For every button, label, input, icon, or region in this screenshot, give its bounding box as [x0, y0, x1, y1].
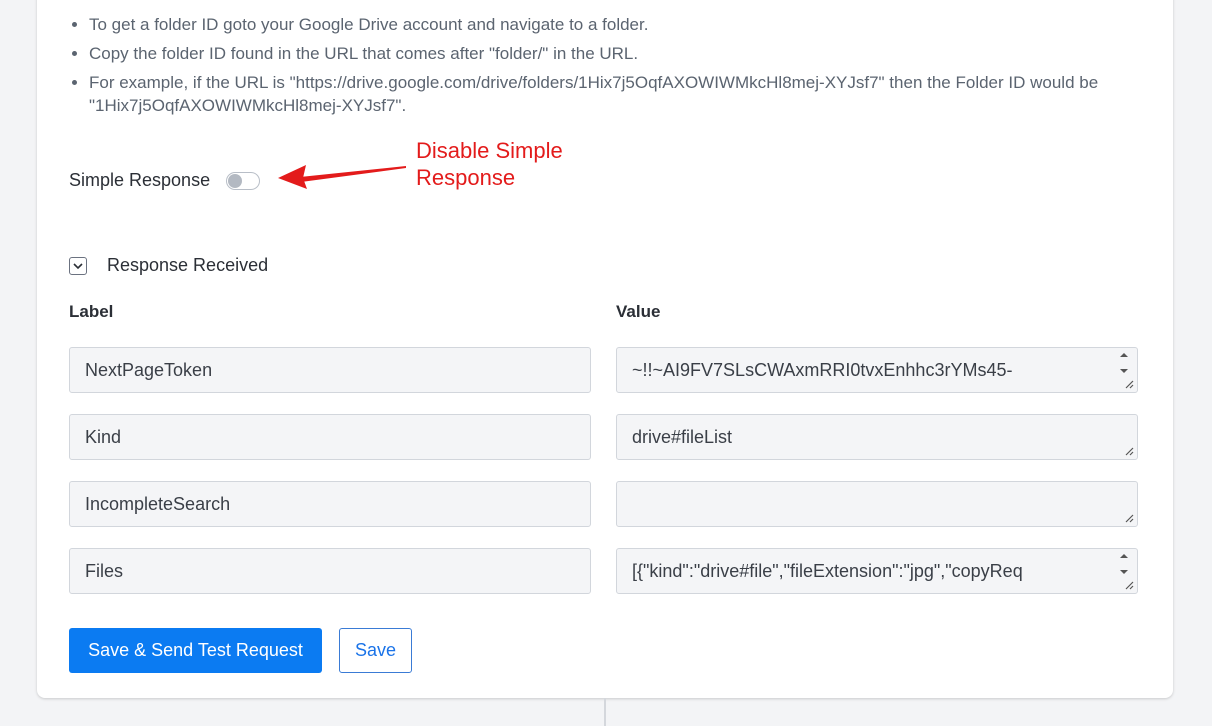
scroll-up-icon[interactable] [1119, 352, 1129, 358]
simple-response-label: Simple Response [69, 170, 211, 190]
response-value-field[interactable]: [{"kind":"drive#file","fileExtension":"j… [616, 548, 1138, 594]
field-text: IncompleteSearch [85, 493, 231, 514]
resize-grip-icon[interactable] [1124, 513, 1134, 523]
flow-connector-line [604, 698, 606, 726]
response-label-field[interactable]: IncompleteSearch [69, 481, 591, 527]
scroll-arrows[interactable] [1119, 352, 1129, 374]
response-label-field[interactable]: Files [69, 548, 591, 594]
simple-response-row: Simple Response [69, 170, 261, 191]
annotation-arrow-icon [278, 165, 406, 189]
response-value-field[interactable] [616, 481, 1138, 527]
response-label-field[interactable]: NextPageToken [69, 347, 591, 393]
annotation-text: Disable Simple Response [416, 138, 563, 190]
response-received-title: Response Received [107, 255, 269, 275]
instruction-item: For example, if the URL is "https://driv… [89, 71, 1149, 117]
response-value-field[interactable]: ~!!~AI9FV7SLsCWAxmRRI0tvxEnhhc3rYMs45- [616, 347, 1138, 393]
scroll-down-icon[interactable] [1119, 368, 1129, 374]
field-text: drive#fileList [632, 426, 733, 447]
response-received-header[interactable]: Response Received [69, 255, 268, 276]
simple-response-toggle[interactable] [226, 171, 261, 190]
response-value-field[interactable]: drive#fileList [616, 414, 1138, 460]
label-column-header: Label [69, 302, 114, 321]
field-text: Files [85, 560, 124, 581]
save-and-send-test-request-button[interactable]: Save & Send Test Request [69, 628, 322, 673]
resize-grip-icon[interactable] [1124, 379, 1134, 389]
save-button[interactable]: Save [339, 628, 412, 673]
chevron-down-icon [73, 262, 83, 269]
collapse-toggle[interactable] [69, 256, 87, 275]
field-text: NextPageToken [85, 359, 213, 380]
value-column-header: Value [616, 302, 661, 321]
scroll-up-icon[interactable] [1119, 553, 1129, 559]
field-text: [{"kind":"drive#file","fileExtension":"j… [632, 560, 1023, 581]
resize-grip-icon[interactable] [1124, 580, 1134, 590]
field-text: ~!!~AI9FV7SLsCWAxmRRI0tvxEnhhc3rYMs45- [632, 359, 1013, 380]
toggle-knob [228, 173, 243, 188]
response-label-field[interactable]: Kind [69, 414, 591, 460]
scroll-down-icon[interactable] [1119, 569, 1129, 575]
field-text: Kind [85, 426, 122, 447]
resize-grip-icon[interactable] [1124, 446, 1134, 456]
scroll-arrows[interactable] [1119, 553, 1129, 575]
folder-id-instructions: To get a folder ID goto your Google Driv… [69, 13, 1149, 123]
instruction-item: To get a folder ID goto your Google Driv… [89, 13, 1149, 36]
instruction-item: Copy the folder ID found in the URL that… [89, 42, 1149, 65]
